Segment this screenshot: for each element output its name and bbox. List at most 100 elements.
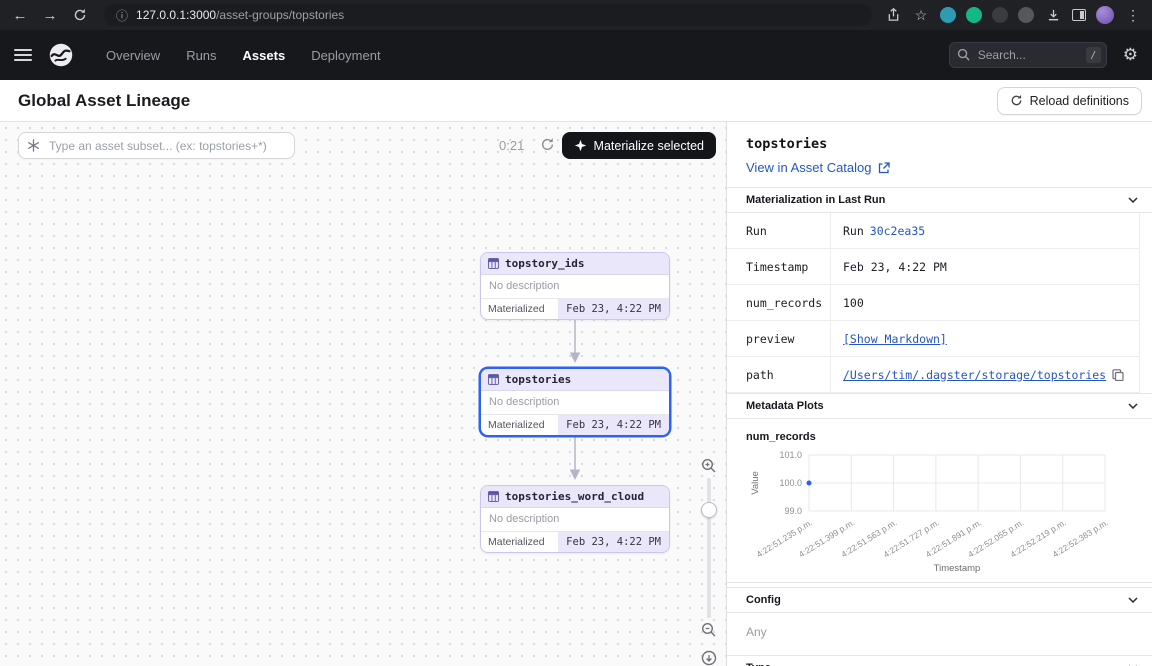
asset-graph-filter-icon [27, 139, 40, 152]
metadata-table: Run Run 30c2ea35 Timestamp Feb 23, 4:22 … [727, 213, 1140, 393]
catalog-link-label: View in Asset Catalog [746, 160, 872, 175]
asset-graph-canvas[interactable]: 0:21 Materialize selected [0, 122, 726, 666]
asset-node-name: topstory_ids [505, 257, 584, 270]
address-bar[interactable]: ⓘ 127.0.0.1:3000/asset-groups/topstories [104, 4, 872, 26]
refresh-icon [1010, 94, 1023, 107]
asset-node-header: topstories [481, 369, 669, 391]
search-input[interactable] [949, 42, 1107, 68]
site-info-icon[interactable]: ⓘ [116, 7, 128, 24]
nav-item-runs[interactable]: Runs [186, 48, 216, 63]
svg-text:101.0: 101.0 [779, 450, 802, 460]
section-config[interactable]: Config [727, 587, 1152, 613]
asset-node-timestamp: Feb 23, 4:22 PM [558, 415, 669, 435]
num-records-value: 100 [831, 296, 876, 310]
nav-right: / ⚙ [949, 42, 1138, 68]
zoom-slider-track[interactable] [707, 478, 711, 618]
extension-icon-3[interactable] [992, 7, 1008, 23]
asset-node-status: Materialized [481, 532, 552, 552]
copy-icon[interactable] [1112, 369, 1124, 381]
side-panel-icon[interactable] [1072, 9, 1086, 21]
section-type[interactable]: Type [727, 655, 1152, 666]
timestamp-value: Feb 23, 4:22 PM [831, 260, 959, 274]
asset-node-status: Materialized [481, 299, 552, 319]
asset-node-footer: Materialized Feb 23, 4:22 PM [481, 298, 669, 319]
materialize-icon [574, 139, 587, 152]
asset-node-topstory-ids[interactable]: topstory_ids No description Materialized… [480, 252, 670, 320]
extensions-puzzle-icon[interactable] [1018, 7, 1034, 23]
table-row-timestamp: Timestamp Feb 23, 4:22 PM [727, 249, 1139, 285]
page-title: Global Asset Lineage [18, 91, 190, 111]
asset-node-footer: Materialized Feb 23, 4:22 PM [481, 414, 669, 435]
table-row-preview: preview [Show Markdown] [727, 321, 1139, 357]
extension-icon-2[interactable] [966, 7, 982, 23]
settings-gear-icon[interactable]: ⚙ [1123, 45, 1138, 65]
recenter-icon[interactable] [701, 650, 717, 666]
reload-definitions-label: Reload definitions [1030, 94, 1129, 108]
asset-table-icon [488, 374, 499, 385]
zoom-in-icon[interactable] [701, 458, 717, 474]
browser-back-button[interactable]: ← [8, 3, 32, 27]
reload-icon [73, 8, 87, 22]
nav-item-overview[interactable]: Overview [106, 48, 160, 63]
browser-forward-button[interactable]: → [38, 3, 62, 27]
url-text: 127.0.0.1:3000/asset-groups/topstories [136, 8, 344, 22]
browser-reload-button[interactable] [68, 3, 92, 27]
asset-subset-input[interactable] [18, 132, 295, 159]
asset-node-timestamp: Feb 23, 4:22 PM [558, 299, 669, 319]
global-search[interactable]: / [949, 42, 1107, 68]
path-link[interactable]: /Users/tim/.dagster/storage/topstories [843, 368, 1106, 382]
nav-item-deployment[interactable]: Deployment [311, 48, 380, 63]
refresh-countdown: 0:21 [499, 138, 524, 153]
downloads-icon[interactable] [1044, 6, 1062, 24]
run-link[interactable]: 30c2ea35 [870, 224, 925, 238]
browser-menu-icon[interactable]: ⋮ [1124, 6, 1142, 24]
share-icon[interactable] [884, 6, 902, 24]
asset-node-topstories-word-cloud[interactable]: topstories_word_cloud No description Mat… [480, 485, 670, 553]
browser-actions: ☆ ⋮ [884, 6, 1144, 24]
content: 0:21 Materialize selected [0, 122, 1152, 666]
chevron-down-icon [1128, 197, 1138, 203]
extension-icon-1[interactable] [940, 7, 956, 23]
dagster-logo[interactable] [46, 40, 76, 70]
zoom-out-icon[interactable] [701, 622, 717, 638]
graph-refresh-icon[interactable] [540, 137, 556, 153]
search-icon [957, 48, 970, 61]
config-value: Any [727, 613, 1152, 649]
table-row-num-records: num_records 100 [727, 285, 1139, 321]
search-shortcut-hint: / [1086, 47, 1101, 63]
asset-table-icon [488, 491, 499, 502]
nav-item-assets[interactable]: Assets [243, 48, 286, 63]
hamburger-menu-icon[interactable] [14, 49, 32, 61]
table-row-run: Run Run 30c2ea35 [727, 213, 1139, 249]
asset-node-timestamp: Feb 23, 4:22 PM [558, 532, 669, 552]
asset-node-footer: Materialized Feb 23, 4:22 PM [481, 531, 669, 552]
external-link-icon [878, 162, 890, 174]
url-host: 127.0.0.1:3000 [136, 8, 216, 22]
asset-node-name: topstories_word_cloud [505, 490, 644, 503]
metadata-plot: 101.0100.099.04:22:51.235 p.m.4:22:51.39… [745, 447, 1152, 580]
browser-profile-avatar[interactable] [1096, 6, 1114, 24]
asset-node-name: topstories [505, 373, 571, 386]
show-markdown-link[interactable]: [Show Markdown] [843, 332, 947, 346]
asset-details-panel: topstories View in Asset Catalog Materia… [726, 122, 1152, 666]
zoom-slider-handle[interactable] [701, 502, 717, 518]
chevron-down-icon [1128, 403, 1138, 409]
asset-node-header: topstory_ids [481, 253, 669, 275]
asset-title: topstories [727, 122, 1152, 152]
section-materialization-last-run[interactable]: Materialization in Last Run [727, 187, 1152, 213]
asset-table-icon [488, 258, 499, 269]
view-in-asset-catalog-link[interactable]: View in Asset Catalog [727, 152, 1152, 175]
zoom-controls [698, 458, 720, 474]
svg-text:Value: Value [750, 471, 761, 495]
reload-definitions-button[interactable]: Reload definitions [997, 87, 1142, 115]
asset-node-description: No description [481, 275, 669, 298]
row-key: preview [727, 321, 831, 356]
section-title: Type [746, 662, 771, 666]
nav-links: Overview Runs Assets Deployment [106, 48, 381, 63]
asset-node-topstories[interactable]: topstories No description Materialized F… [480, 368, 670, 436]
section-metadata-plots[interactable]: Metadata Plots [727, 393, 1152, 419]
asset-node-header: topstories_word_cloud [481, 486, 669, 508]
materialize-selected-button[interactable]: Materialize selected [562, 132, 716, 159]
bookmark-star-icon[interactable]: ☆ [912, 6, 930, 24]
row-key: Timestamp [727, 249, 831, 284]
